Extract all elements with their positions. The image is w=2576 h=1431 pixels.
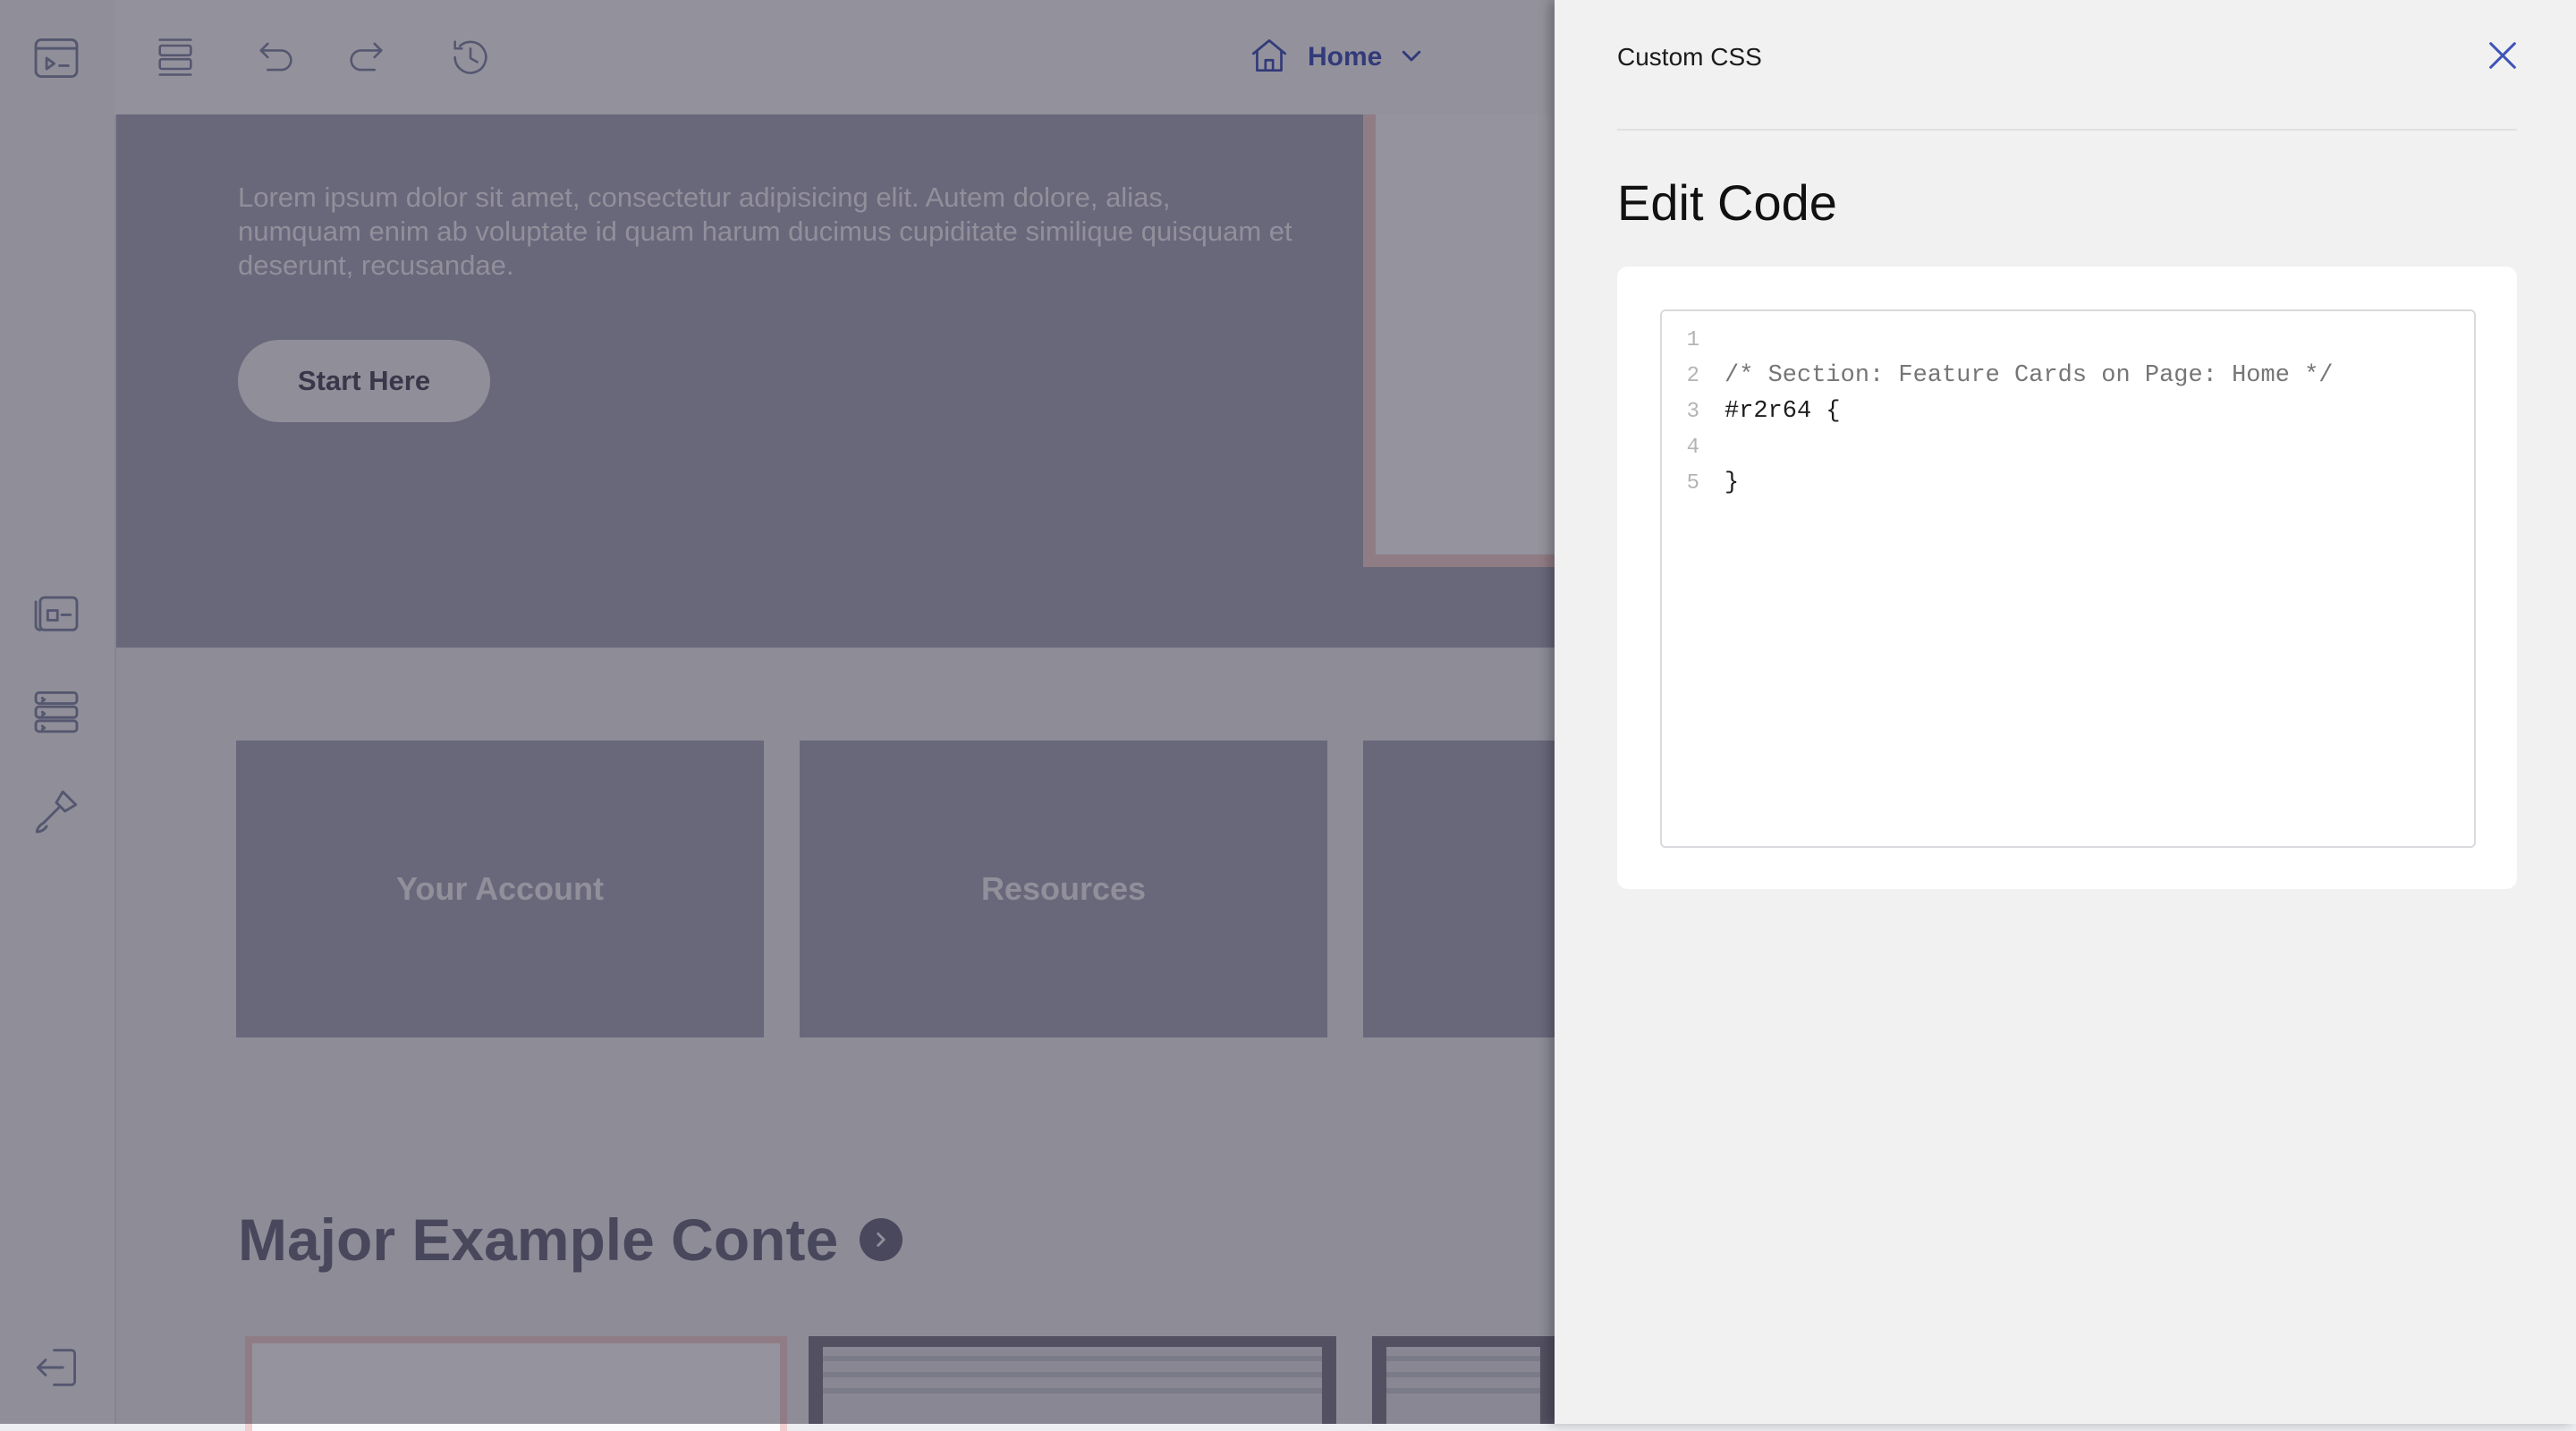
- line-number: 2: [1686, 363, 1699, 388]
- panel-title: Custom CSS: [1617, 43, 1762, 71]
- code-editor[interactable]: 1 2 /* Section: Feature Cards on Page: H…: [1660, 309, 2476, 848]
- modal-backdrop[interactable]: [0, 0, 1555, 1424]
- code-line: 2 /* Section: Feature Cards on Page: Hom…: [1662, 358, 2334, 394]
- code-text: }: [1724, 470, 1740, 496]
- code-line: 5 }: [1662, 465, 1740, 501]
- custom-css-panel: Custom CSS Edit Code 1 2 /* Section: Fea…: [1555, 0, 2576, 1424]
- code-line: 3 #r2r64 {: [1662, 394, 1841, 429]
- close-icon: [2485, 38, 2521, 78]
- panel-divider: [1617, 129, 2517, 131]
- panel-heading: Edit Code: [1617, 174, 1837, 231]
- line-number: 3: [1686, 399, 1699, 424]
- line-number: 5: [1686, 470, 1699, 495]
- code-line: 1: [1662, 322, 1724, 358]
- code-text: #r2r64 {: [1724, 398, 1841, 425]
- line-number: 4: [1686, 435, 1699, 460]
- close-button[interactable]: [2478, 32, 2528, 82]
- code-card: 1 2 /* Section: Feature Cards on Page: H…: [1617, 267, 2517, 889]
- code-text: /* Section: Feature Cards on Page: Home …: [1724, 362, 2334, 389]
- line-number: 1: [1686, 327, 1699, 352]
- code-line: 4: [1662, 429, 1724, 465]
